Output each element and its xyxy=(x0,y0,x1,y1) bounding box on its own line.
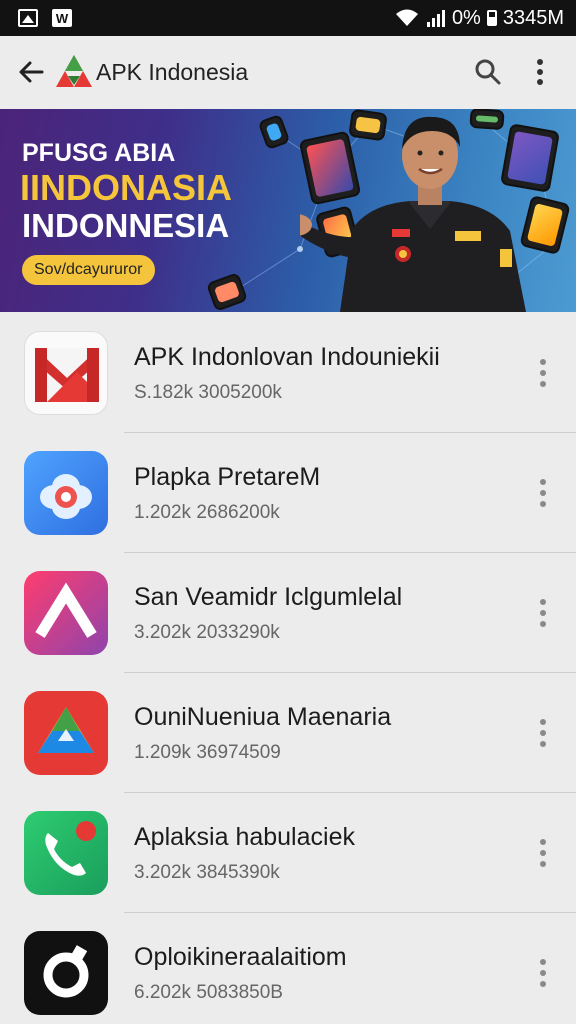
app-meta: S.182k 3005200k xyxy=(134,381,282,403)
battery-percent: 0% xyxy=(451,6,481,29)
list-item[interactable]: APK Indonlovan Indouniekii S.182k 300520… xyxy=(0,313,576,433)
app-meta: 3.202k 3845390k xyxy=(134,861,280,883)
status-bar: W 0% 3345M xyxy=(0,0,576,36)
phone-call-icon xyxy=(24,811,108,895)
app-name: San Veamidr Iclgumlelal xyxy=(134,582,403,611)
caret-up-icon xyxy=(24,571,108,655)
search-icon xyxy=(475,59,501,85)
app-name: Plapka PretareM xyxy=(134,462,321,491)
arrow-back-icon xyxy=(19,61,44,83)
app-meta: 3.202k 2033290k xyxy=(134,621,280,643)
clock: 3345M xyxy=(502,6,564,29)
w-notification-icon: W xyxy=(52,9,72,27)
image-notification-icon xyxy=(18,9,38,27)
search-button[interactable] xyxy=(466,50,510,94)
presenter-illustration xyxy=(300,116,526,312)
flower-cloud-icon xyxy=(24,451,108,535)
app-list: APK Indonlovan Indouniekii S.182k 300520… xyxy=(0,313,576,1024)
list-item[interactable]: Oploikineraalaitiom 6.202k 5083850B xyxy=(0,913,576,1024)
list-item[interactable]: San Veamidr Iclgumlelal 3.202k 2033290k xyxy=(0,553,576,673)
app-title: APK Indonesia xyxy=(96,58,249,85)
signal-icon xyxy=(426,10,445,27)
list-item[interactable]: Aplaksia habulaciek 3.202k 3845390k xyxy=(0,793,576,913)
app-name: APK Indonlovan Indouniekii xyxy=(134,342,440,371)
overflow-menu-button[interactable] xyxy=(518,50,562,94)
promo-banner[interactable]: PFUSG ABIA IINDONASIA INDONNESIA Sov/dca… xyxy=(0,109,576,312)
banner-cta-button[interactable]: Sov/dcayururor xyxy=(22,255,155,285)
ring-logo-icon xyxy=(24,931,108,1015)
item-more-button[interactable] xyxy=(528,711,558,755)
wifi-icon xyxy=(395,9,418,26)
back-button[interactable] xyxy=(14,55,48,89)
battery-icon xyxy=(486,10,497,26)
apk-logo-icon xyxy=(56,55,92,87)
app-name: Aplaksia habulaciek xyxy=(134,822,355,851)
list-item[interactable]: Plapka PretareM 1.202k 2686200k xyxy=(0,433,576,553)
banner-headline-1: PFUSG ABIA xyxy=(22,139,176,167)
item-more-button[interactable] xyxy=(528,951,558,995)
item-more-button[interactable] xyxy=(528,351,558,395)
app-bar: APK Indonesia xyxy=(0,36,576,108)
banner-headline-2: IINDONASIA xyxy=(20,167,233,208)
drive-triangle-icon xyxy=(24,691,108,775)
app-name: OuniNueniua Maenaria xyxy=(134,702,392,731)
list-item[interactable]: OuniNueniua Maenaria 1.209k 36974509 xyxy=(0,673,576,793)
item-more-button[interactable] xyxy=(528,591,558,635)
banner-headline-3: INDONNESIA xyxy=(22,207,230,244)
more-vert-icon xyxy=(537,59,543,85)
app-meta: 1.202k 2686200k xyxy=(134,501,280,523)
app-meta: 6.202k 5083850B xyxy=(134,981,283,1003)
item-more-button[interactable] xyxy=(528,831,558,875)
gmail-like-icon xyxy=(24,331,108,415)
app-name: Oploikineraalaitiom xyxy=(134,942,347,971)
item-more-button[interactable] xyxy=(528,471,558,515)
app-meta: 1.209k 36974509 xyxy=(134,741,281,763)
